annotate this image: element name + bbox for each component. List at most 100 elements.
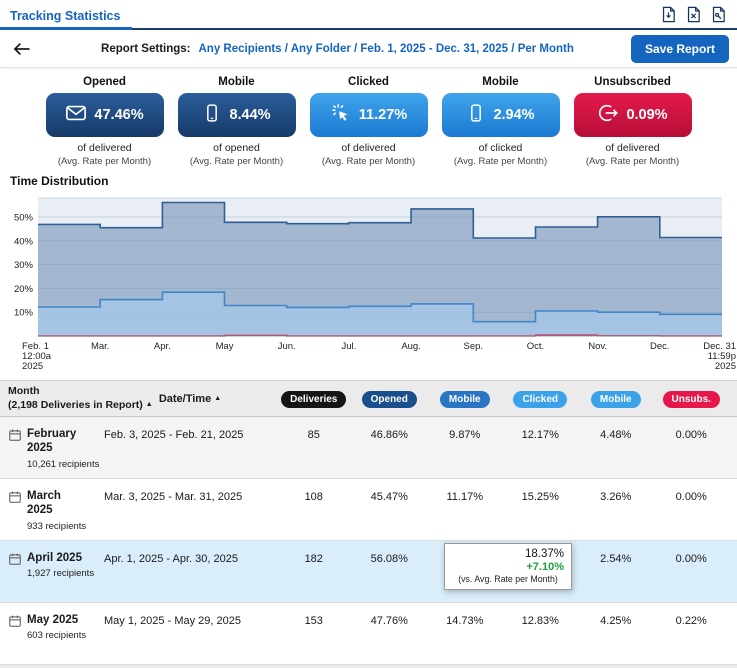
svg-text:40%: 40% (14, 236, 34, 247)
card-subtext-2: (Avg. Rate per Month) (46, 156, 164, 167)
file-export-icon[interactable] (660, 6, 677, 23)
tab-tracking-statistics[interactable]: Tracking Statistics (0, 2, 132, 30)
month-cell: May 2025603 recipients (8, 603, 104, 664)
smartphone-icon (202, 103, 222, 128)
time-distribution-chart[interactable]: 10%20%30%40%50%Feb. 112:00a2025Mar.Apr.M… (0, 190, 737, 378)
mobile-clicked-card-button[interactable]: 2.94% (442, 93, 560, 137)
mobile-clicked-value: 4.48% (578, 417, 654, 478)
card-title: Mobile (178, 76, 296, 88)
sign-out-icon (597, 102, 619, 129)
card-subtext: of delivered (310, 142, 428, 154)
badge-header-cell: Unsubs. (654, 389, 730, 408)
month-column-header[interactable]: Month (2,198 Deliveries in Report) ▲ (8, 385, 104, 412)
monthly-stats-table: Month (2,198 Deliveries in Report) ▲ Dat… (0, 380, 737, 668)
svg-text:Jun.: Jun. (278, 341, 296, 352)
badge-header-cell: Deliveries (276, 389, 352, 408)
tooltip-delta: +7.10% (452, 561, 564, 573)
clicked-value[interactable]: 18.37%+7.10%(vs. Avg. Rate per Month) (503, 541, 579, 602)
svg-text:Nov.: Nov. (588, 341, 607, 352)
mobile-clicked-value: 4.25% (578, 603, 654, 664)
deliveries-value: 153 (276, 603, 352, 664)
month-label: March 2025 (27, 489, 89, 518)
month-cell: February 202510,261 recipients (8, 417, 104, 478)
date-range: Feb. 3, 2025 - Feb. 21, 2025 (104, 417, 276, 478)
mobile-clicked-value: 3.26% (578, 479, 654, 540)
calendar-icon (8, 552, 22, 602)
svg-text:May: May (216, 341, 234, 352)
settings-link[interactable]: Any Folder (291, 43, 351, 55)
unsubs-value: 0.00% (654, 479, 730, 540)
table-row[interactable]: February 202510,261 recipientsFeb. 3, 20… (0, 417, 737, 479)
tooltip-value: 18.37% (452, 548, 564, 560)
unsubscribed-card-button[interactable]: 0.09% (574, 93, 692, 137)
report-settings-label: Report Settings: (101, 43, 190, 55)
table-row[interactable]: May 2025603 recipientsMay 1, 2025 - May … (0, 603, 737, 665)
card-subtext: of clicked (442, 142, 560, 154)
column-badge-opened[interactable]: Opened (362, 391, 417, 408)
svg-text:2025: 2025 (715, 361, 736, 372)
table-body: February 202510,261 recipientsFeb. 3, 20… (0, 417, 737, 665)
opened-value: 45.47% (352, 479, 428, 540)
recipients-count: 1,927 recipients (27, 568, 94, 579)
card-subtext-2: (Avg. Rate per Month) (310, 156, 428, 167)
unsubs-value: 0.00% (654, 417, 730, 478)
recipients-count: 603 recipients (27, 630, 86, 641)
clicked-value[interactable]: 12.17% (503, 417, 579, 478)
card-unsubscribed: Unsubscribed 0.09% of delivered (Avg. Ra… (574, 76, 692, 167)
date-range: May 1, 2025 - May 29, 2025 (104, 603, 276, 664)
card-subtext: of opened (178, 142, 296, 154)
badge-header-cell: Clicked (503, 389, 579, 408)
file-tools-icon[interactable] (710, 6, 727, 23)
date-range: Mar. 3, 2025 - Mar. 31, 2025 (104, 479, 276, 540)
badge-header-cell: Mobile (578, 389, 654, 408)
hover-tooltip: 18.37%+7.10%(vs. Avg. Rate per Month) (444, 543, 572, 590)
mobile-opened-value: 11.17% (427, 479, 503, 540)
link-separator: / (351, 43, 361, 55)
svg-text:Oct.: Oct. (527, 341, 544, 352)
settings-link[interactable]: Feb. 1, 2025 - Dec. 31, 2025 (360, 43, 508, 55)
svg-text:Aug.: Aug. (401, 341, 421, 352)
card-subtext: of delivered (574, 142, 692, 154)
column-badge-mobile[interactable]: Mobile (440, 391, 490, 408)
clicked-card-button[interactable]: 11.27% (310, 93, 428, 137)
svg-text:Dec.: Dec. (650, 341, 670, 352)
mobile-opened-value: 9.87% (427, 417, 503, 478)
sort-ascending-icon: ▲ (214, 395, 221, 402)
unsubs-value: 0.22% (654, 603, 730, 664)
time-distribution-title: Time Distribution (0, 174, 737, 188)
clicked-value[interactable]: 15.25% (503, 479, 579, 540)
table-row[interactable]: April 20251,927 recipientsApr. 1, 2025 -… (0, 541, 737, 603)
mobile-opened-card-button[interactable]: 8.44% (178, 93, 296, 137)
card-title: Opened (46, 76, 164, 88)
card-value: 8.44% (229, 107, 270, 123)
clicked-value[interactable]: 12.83% (503, 603, 579, 664)
card-value: 0.09% (626, 107, 667, 123)
badge-header-cell: Mobile (427, 389, 503, 408)
svg-text:2025: 2025 (22, 361, 43, 372)
svg-text:30%: 30% (14, 260, 34, 271)
column-badge-clicked[interactable]: Clicked (513, 391, 567, 408)
svg-text:Sep.: Sep. (463, 341, 483, 352)
summary-cards: Opened 47.46% of delivered (Avg. Rate pe… (0, 68, 737, 171)
svg-text:50%: 50% (14, 213, 34, 224)
opened-card-button[interactable]: 47.46% (46, 93, 164, 137)
column-badge-unsubs[interactable]: Unsubs. (663, 391, 720, 408)
mobile-clicked-value: 2.54% (578, 541, 654, 602)
back-arrow-icon[interactable] (0, 39, 44, 59)
report-settings-links: Any Recipients / Any Folder / Feb. 1, 20… (199, 43, 574, 55)
calendar-icon (8, 614, 22, 664)
datetime-column-header[interactable]: Date/Time ▲ (104, 393, 276, 405)
column-badge-mobile[interactable]: Mobile (591, 391, 641, 408)
card-clicked: Clicked 11.27% of delivered (Avg. Rate p… (310, 76, 428, 167)
svg-text:10%: 10% (14, 308, 34, 319)
envelope-icon (65, 102, 87, 129)
settings-link[interactable]: Any Recipients (199, 43, 282, 55)
settings-link[interactable]: Per Month (518, 43, 574, 55)
table-row[interactable]: March 2025933 recipientsMar. 3, 2025 - M… (0, 479, 737, 541)
column-badge-deliveries[interactable]: Deliveries (281, 391, 346, 408)
file-excel-icon[interactable] (685, 6, 702, 23)
svg-text:Apr.: Apr. (154, 341, 171, 352)
card-subtext-2: (Avg. Rate per Month) (178, 156, 296, 167)
export-icon-group (650, 6, 737, 28)
save-report-button[interactable]: Save Report (631, 35, 729, 63)
